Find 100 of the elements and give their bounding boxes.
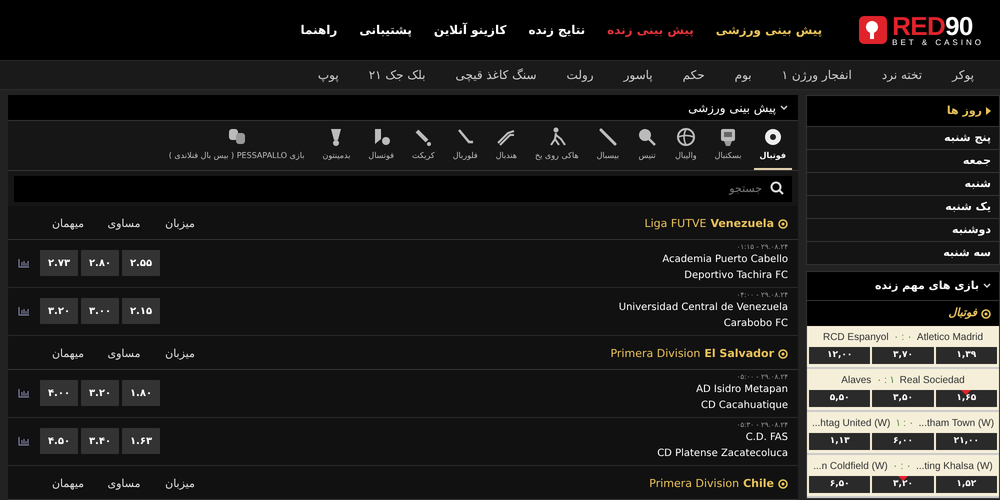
odds-button[interactable]: ۳,۷۰: [872, 347, 934, 364]
odds-button[interactable]: ۳,۲۰: [872, 476, 934, 493]
sport-label: فوتسال: [368, 150, 394, 162]
league-country: Venezuela: [710, 216, 774, 232]
sport-tab[interactable]: بسکتبال: [708, 121, 748, 170]
game-link[interactable]: حکم: [682, 66, 705, 84]
odds-button[interactable]: ۲.۱۵: [122, 298, 160, 324]
chevron-icon: [983, 283, 991, 289]
day-item[interactable]: پنج شنبه: [807, 126, 999, 149]
odds-button[interactable]: ۲.۷۳: [40, 250, 78, 276]
pincer-icon: [496, 127, 516, 147]
odds-button[interactable]: ۴.۵۰: [40, 428, 78, 454]
odds-button[interactable]: ۶,۰۰: [872, 433, 934, 450]
odds-button[interactable]: ۱,۵۲: [936, 476, 997, 493]
sport-label: هندبال: [496, 150, 517, 162]
game-link[interactable]: سنگ کاغذ قیچی: [455, 66, 537, 84]
column-header: مساوی: [106, 216, 142, 232]
keyhole-icon: [858, 15, 888, 45]
nav-link[interactable]: پیش بینی ورزشی: [716, 21, 822, 39]
odds-button[interactable]: ۳.۲۰: [81, 380, 119, 406]
odds-button[interactable]: ۲۱,۰۰: [936, 433, 997, 450]
ball-icon: [778, 219, 788, 229]
stats-icon: [18, 436, 30, 446]
sport-label: هاکی روی یخ: [535, 150, 579, 162]
day-item[interactable]: شنبه: [807, 172, 999, 195]
sport-label: بدمینتون: [322, 150, 350, 162]
panel-title: بازی های مهم زنده: [874, 278, 979, 294]
sport-label: بازی PESSAPALLO ( بیس بال فنلاندی ): [168, 150, 304, 162]
game-link[interactable]: پوکر: [952, 66, 974, 84]
team-name: AD Isidro Metapan: [696, 383, 788, 398]
stats-icon: [18, 388, 30, 398]
odds-button[interactable]: ۲.۵۵: [122, 250, 160, 276]
odds-button[interactable]: ۳.۴۰: [81, 428, 119, 454]
search-field[interactable]: جستجو: [14, 176, 792, 202]
league-name: Primera Division: [610, 346, 700, 362]
game-link[interactable]: بلک جک ۲۱: [368, 66, 426, 84]
nav-link[interactable]: راهنما: [300, 21, 338, 39]
sport-tab[interactable]: بدمینتون: [316, 121, 356, 170]
sport-heading: فوتبال: [948, 305, 977, 322]
team-name: Carabobo FC: [724, 317, 788, 332]
odds-button[interactable]: ۱,۳۹: [936, 347, 997, 364]
day-item[interactable]: جمعه: [807, 149, 999, 172]
odds-button[interactable]: ۵,۵۰: [809, 390, 870, 407]
sport-tab[interactable]: فوتسال: [362, 121, 400, 170]
odds-button[interactable]: ۳.۲۰: [40, 298, 78, 324]
logo[interactable]: RED90 BET & CASINO: [858, 13, 984, 47]
odds-button[interactable]: ۲.۸۰: [81, 250, 119, 276]
volleyball-icon: [676, 127, 696, 147]
sport-tab[interactable]: بیسبال: [590, 121, 626, 170]
sport-tab[interactable]: بازی PESSAPALLO ( بیس بال فنلاندی ): [162, 121, 310, 170]
odds-button[interactable]: ۴.۰۰: [40, 380, 78, 406]
odds-button[interactable]: ۶,۵۰: [809, 476, 870, 493]
ball-icon: [778, 349, 788, 359]
team-name: Atletico Madrid: [916, 331, 984, 345]
day-item[interactable]: سه شنبه: [807, 241, 999, 264]
sport-label: کریکت: [412, 150, 435, 162]
nav-link[interactable]: نتایج زنده: [528, 21, 586, 39]
sport-tab[interactable]: والیبال: [669, 121, 703, 170]
sport-label: فوتبال: [760, 150, 786, 162]
league-name: Liga FUTVE: [644, 216, 706, 232]
sport-tab[interactable]: هندبال: [490, 121, 523, 170]
column-header: میهمان: [50, 346, 86, 362]
nav-link[interactable]: پیش بینی زنده: [607, 21, 694, 39]
odds-button[interactable]: ۱.۶۳: [122, 428, 160, 454]
team-name: Alaves: [841, 374, 872, 388]
game-link[interactable]: رولت: [566, 66, 594, 84]
game-link[interactable]: تخته نرد: [882, 66, 922, 84]
ball-icon: [762, 127, 783, 147]
panel-title: پیش بینی ورزشی: [688, 100, 776, 116]
sport-tab[interactable]: تنیس: [631, 121, 664, 170]
game-link[interactable]: پاسور: [624, 66, 653, 84]
sport-label: بسکتبال: [714, 150, 742, 162]
nav-link[interactable]: پشتیبانی: [359, 21, 412, 39]
game-link[interactable]: بوم: [734, 66, 752, 84]
sport-tab[interactable]: هاکی روی یخ: [529, 121, 585, 170]
sport-label: تنیس: [638, 150, 656, 162]
ball-icon: [778, 479, 788, 489]
odds-button[interactable]: ۳.۰۰: [81, 298, 119, 324]
odds-button[interactable]: ۱۲,۰۰: [809, 347, 870, 364]
cricket-bat-icon: [413, 127, 434, 147]
ball-icon: [981, 308, 991, 318]
odds-button[interactable]: ۱,۱۳: [809, 433, 870, 450]
sport-label: والیبال: [675, 150, 697, 162]
bat-icon: [598, 127, 618, 147]
odds-button[interactable]: ۳,۵۰: [872, 390, 934, 407]
sport-tab[interactable]: کریکت: [406, 121, 441, 170]
nav-link[interactable]: کازینو آنلاین: [434, 21, 506, 39]
team-name: Real Sociedad: [900, 374, 965, 388]
day-item[interactable]: یک شنبه: [807, 195, 999, 218]
odds-button[interactable]: ۱,۶۵: [936, 390, 997, 407]
score: ۰ : ۱: [876, 374, 895, 388]
game-link[interactable]: پوپ: [318, 66, 339, 84]
stats-icon: [18, 306, 30, 316]
racket-icon: [637, 127, 658, 147]
panel-title: روز ها: [946, 102, 982, 119]
odds-button[interactable]: ۱.۸۰: [122, 380, 160, 406]
day-item[interactable]: دوشنبه: [807, 218, 999, 241]
sport-tab[interactable]: فلوربال: [446, 121, 484, 170]
team-name: CD Cacahuatique: [701, 399, 788, 414]
game-link[interactable]: انفجار ورژن ۱: [782, 66, 852, 84]
